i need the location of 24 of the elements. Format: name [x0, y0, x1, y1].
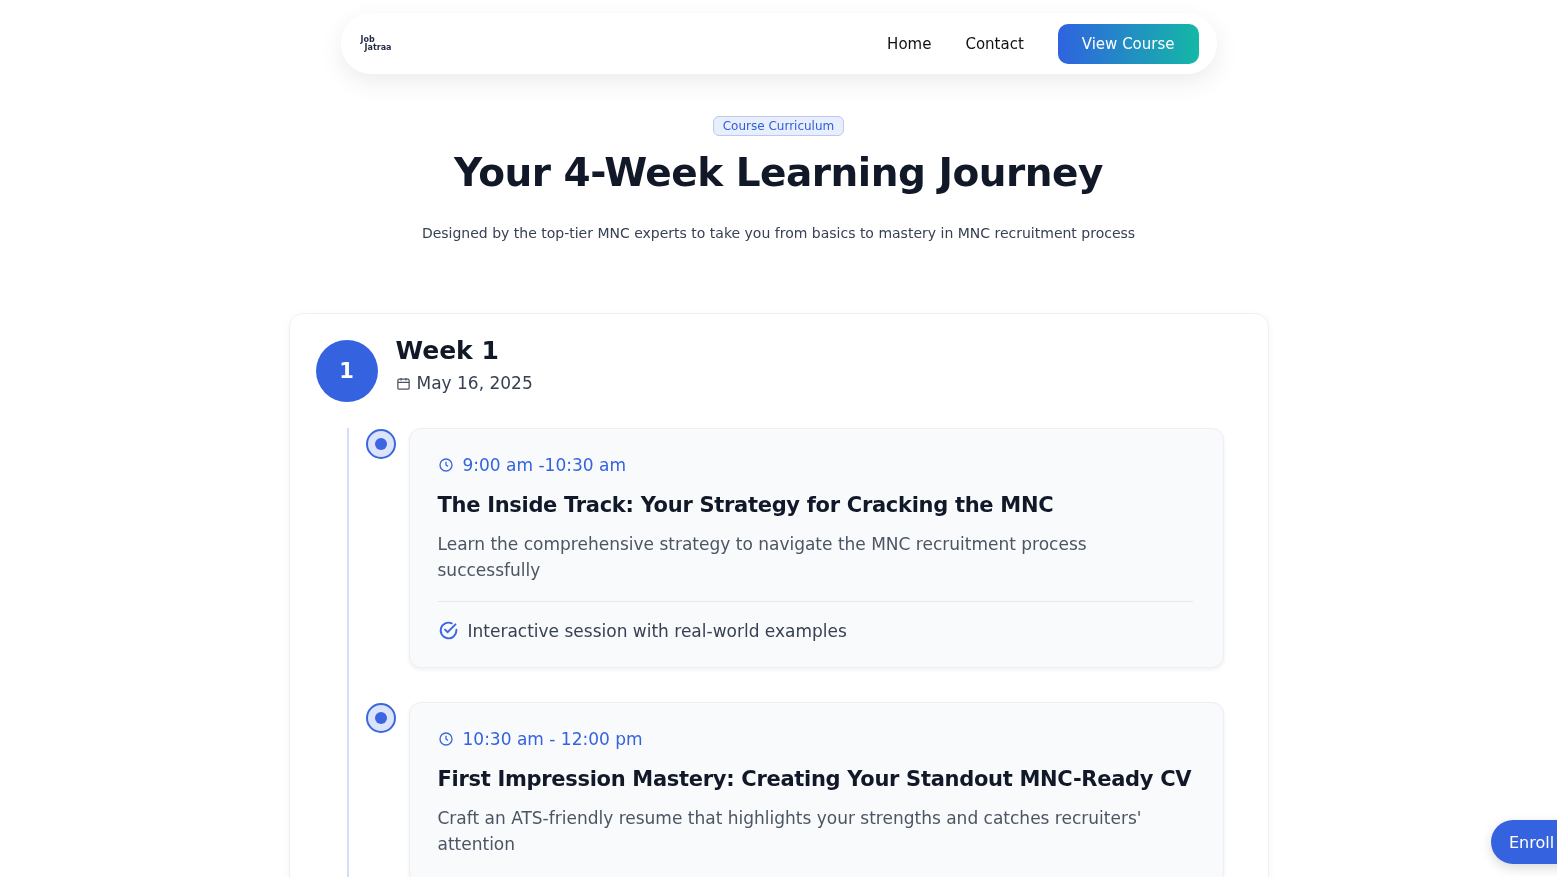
- week-date: May 16, 2025: [416, 373, 533, 393]
- session-title: First Impression Mastery: Creating Your Standout MNC-Ready CV: [437, 767, 1193, 791]
- session-time: 10:30 am - 12:00 pm: [462, 729, 643, 749]
- week-title: Week 1: [395, 336, 500, 365]
- nav-link[interactable]: Home: [887, 34, 932, 53]
- calendar-icon: [395, 375, 411, 391]
- clock-icon: [437, 457, 454, 473]
- nav-link[interactable]: Contact: [965, 34, 1024, 53]
- logo[interactable]: Job Jatraa: [360, 35, 392, 52]
- session-title: The Inside Track: Your Strategy for Cracking the MNC: [437, 493, 1055, 517]
- enroll-button[interactable]: Enroll: [1491, 820, 1557, 864]
- section-badge: Course Curriculum: [712, 116, 845, 136]
- session-highlight: Interactive session with real-world examples: [467, 620, 847, 641]
- timeline-dot-icon: [364, 428, 397, 460]
- week-number-badge: 1: [315, 340, 378, 402]
- session-description: Craft an ATS-friendly resume that highlights your strengths and catches recruiters' attention: [437, 807, 1143, 856]
- page-title: Your 4-Week Learning Journey: [454, 150, 1103, 195]
- clock-icon: [437, 731, 454, 747]
- page-subtitle: Designed by the top-tier MNC experts to take you from basics to mastery in MNC recruitment process: [421, 225, 1136, 241]
- timeline-dot-icon: [364, 702, 397, 734]
- session-time: 9:00 am -10:30 am: [462, 455, 626, 475]
- session-description: Learn the comprehensive strategy to navigate the MNC recruitment process successfully: [437, 533, 1088, 582]
- view-course-button[interactable]: View Course: [1057, 23, 1199, 64]
- check-circle-icon: [437, 620, 459, 641]
